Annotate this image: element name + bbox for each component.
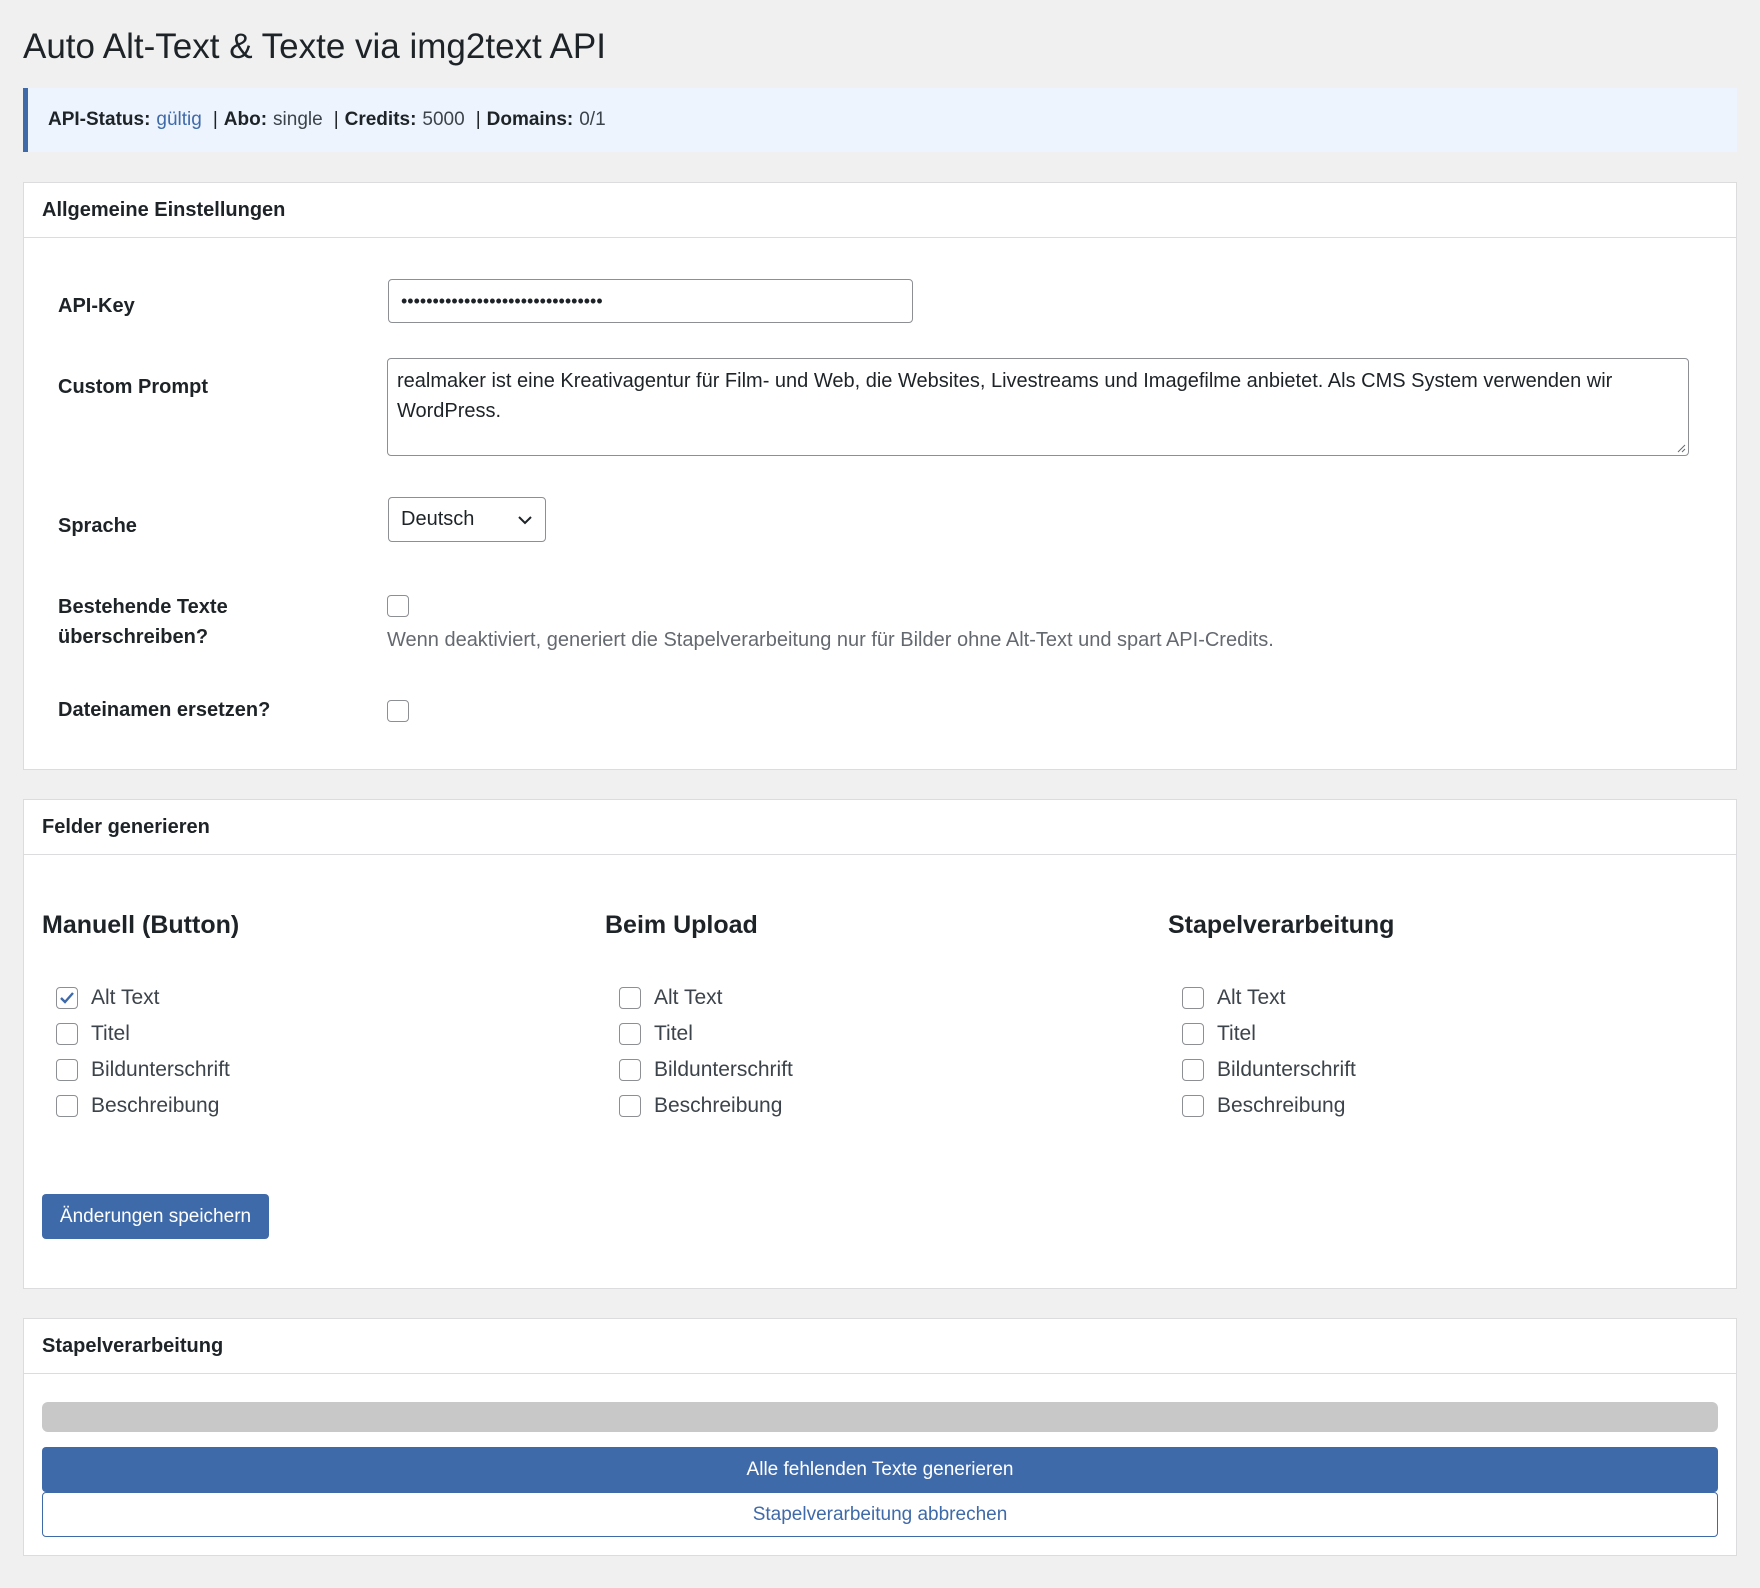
checkbox[interactable] [1182, 1023, 1204, 1045]
cancel-batch-button[interactable]: Stapelverarbeitung abbrechen [42, 1492, 1718, 1537]
general-settings-card: Allgemeine Einstellungen API-Key •••••••… [23, 182, 1737, 770]
batch-progress-bar [42, 1402, 1718, 1432]
abo-value: single [273, 109, 323, 130]
option-caption[interactable]: Bildunterschrift [42, 1052, 239, 1088]
separator: | [212, 109, 218, 130]
chevron-down-icon [518, 515, 532, 524]
checkbox[interactable] [619, 1059, 641, 1081]
language-value: Deutsch [401, 508, 475, 530]
checkbox[interactable] [1182, 1059, 1204, 1081]
option-label: Titel [91, 1022, 130, 1045]
custom-prompt-textarea[interactable]: realmaker ist eine Kreativagentur für Fi… [387, 358, 1689, 456]
batch-card: Stapelverarbeitung Alle fehlenden Texte … [23, 1318, 1737, 1556]
checkbox[interactable] [56, 987, 78, 1009]
column-batch: Stapelverarbeitung Alt Text Titel Bildun… [1168, 911, 1394, 1124]
language-label: Sprache [58, 515, 137, 537]
overwrite-description: Wenn deaktiviert, generiert die Stapelve… [387, 629, 1274, 651]
option-label: Bildunterschrift [91, 1058, 230, 1081]
overwrite-label-line2: überschreiben? [58, 626, 209, 648]
checkbox[interactable] [56, 1023, 78, 1045]
option-title[interactable]: Titel [605, 1016, 793, 1052]
api-key-label: API-Key [58, 295, 135, 317]
checkmark-icon [60, 992, 74, 1004]
option-label: Titel [654, 1022, 693, 1045]
credits-value: 5000 [422, 109, 465, 130]
domains-label: Domains: [486, 109, 574, 130]
option-label: Alt Text [91, 986, 160, 1009]
option-label: Alt Text [1217, 986, 1286, 1009]
resize-handle-icon[interactable] [1676, 443, 1686, 453]
credits-label: Credits: [344, 109, 417, 130]
custom-prompt-label: Custom Prompt [58, 376, 208, 398]
rename-label: Dateinamen ersetzen? [58, 699, 271, 721]
checkbox[interactable] [1182, 987, 1204, 1009]
generate-all-button[interactable]: Alle fehlenden Texte generieren [42, 1447, 1718, 1492]
checkbox[interactable] [56, 1059, 78, 1081]
column-title: Stapelverarbeitung [1168, 911, 1395, 939]
option-title[interactable]: Titel [42, 1016, 239, 1052]
option-description[interactable]: Beschreibung [605, 1088, 793, 1124]
column-manual: Manuell (Button) Alt Text Titel Bildunte… [42, 911, 239, 1124]
checkbox[interactable] [619, 987, 641, 1009]
option-label: Titel [1217, 1022, 1256, 1045]
separator: | [475, 109, 481, 130]
option-description[interactable]: Beschreibung [42, 1088, 239, 1124]
option-label: Alt Text [654, 986, 723, 1009]
option-label: Beschreibung [654, 1094, 783, 1117]
save-button[interactable]: Änderungen speichern [42, 1194, 269, 1239]
api-key-input[interactable]: •••••••••••••••••••••••••••••••• [388, 279, 913, 323]
option-label: Bildunterschrift [1217, 1058, 1356, 1081]
page-title: Auto Alt-Text & Texte via img2text API [23, 27, 606, 66]
separator: | [333, 109, 339, 130]
api-status-label: API-Status: [48, 109, 151, 130]
fields-heading: Felder generieren [24, 800, 1736, 855]
option-title[interactable]: Titel [1168, 1016, 1394, 1052]
overwrite-label-line1: Bestehende Texte [58, 596, 228, 618]
batch-heading: Stapelverarbeitung [24, 1319, 1736, 1374]
domains-value: 0/1 [579, 109, 606, 130]
option-caption[interactable]: Bildunterschrift [1168, 1052, 1394, 1088]
custom-prompt-text: realmaker ist eine Kreativagentur für Fi… [397, 370, 1613, 422]
api-status-notice: API-Status: gültig | Abo: single | Credi… [23, 88, 1737, 152]
option-label: Beschreibung [1217, 1094, 1346, 1117]
rename-checkbox[interactable] [387, 700, 409, 722]
option-label: Beschreibung [91, 1094, 220, 1117]
column-title: Beim Upload [605, 911, 758, 939]
fields-columns: Manuell (Button) Alt Text Titel Bildunte… [42, 911, 1736, 1141]
fields-card: Felder generieren Manuell (Button) Alt T… [23, 799, 1737, 1289]
option-caption[interactable]: Bildunterschrift [605, 1052, 793, 1088]
checkbox[interactable] [619, 1095, 641, 1117]
column-title: Manuell (Button) [42, 911, 240, 939]
checkbox[interactable] [56, 1095, 78, 1117]
option-description[interactable]: Beschreibung [1168, 1088, 1394, 1124]
checkbox[interactable] [1182, 1095, 1204, 1117]
option-alt-text[interactable]: Alt Text [605, 980, 793, 1016]
general-settings-heading: Allgemeine Einstellungen [24, 183, 1736, 238]
overwrite-checkbox[interactable] [387, 595, 409, 617]
overwrite-label: Bestehende Texte überschreiben? [58, 592, 228, 652]
option-alt-text[interactable]: Alt Text [42, 980, 239, 1016]
abo-label: Abo: [223, 109, 268, 130]
api-status-value: gültig [156, 109, 202, 130]
checkbox[interactable] [619, 1023, 641, 1045]
language-select[interactable]: Deutsch [388, 497, 546, 542]
option-alt-text[interactable]: Alt Text [1168, 980, 1394, 1016]
option-label: Bildunterschrift [654, 1058, 793, 1081]
column-upload: Beim Upload Alt Text Titel Bildunterschr… [605, 911, 793, 1124]
